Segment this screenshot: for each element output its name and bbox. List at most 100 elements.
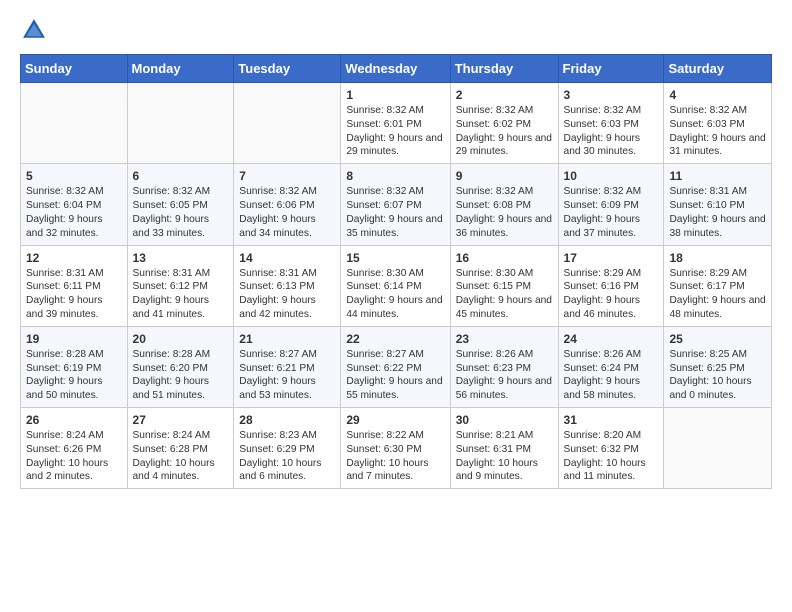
day-number: 10 — [564, 168, 659, 184]
day-info: Sunrise: 8:32 AM Sunset: 6:02 PM Dayligh… — [456, 104, 553, 159]
day-number: 18 — [669, 250, 766, 266]
day-number: 27 — [133, 412, 229, 428]
day-number: 19 — [26, 331, 122, 347]
day-info: Sunrise: 8:32 AM Sunset: 6:01 PM Dayligh… — [346, 104, 444, 159]
calendar-cell: 9Sunrise: 8:32 AM Sunset: 6:08 PM Daylig… — [450, 164, 558, 245]
day-info: Sunrise: 8:23 AM Sunset: 6:29 PM Dayligh… — [239, 429, 335, 484]
day-number: 22 — [346, 331, 444, 347]
day-number: 11 — [669, 168, 766, 184]
day-info: Sunrise: 8:31 AM Sunset: 6:11 PM Dayligh… — [26, 267, 122, 322]
calendar-cell: 26Sunrise: 8:24 AM Sunset: 6:26 PM Dayli… — [21, 408, 128, 489]
calendar-cell: 23Sunrise: 8:26 AM Sunset: 6:23 PM Dayli… — [450, 326, 558, 407]
calendar-cell: 18Sunrise: 8:29 AM Sunset: 6:17 PM Dayli… — [664, 245, 772, 326]
day-number: 4 — [669, 87, 766, 103]
day-number: 31 — [564, 412, 659, 428]
calendar-cell: 4Sunrise: 8:32 AM Sunset: 6:03 PM Daylig… — [664, 83, 772, 164]
page: SundayMondayTuesdayWednesdayThursdayFrid… — [0, 0, 792, 612]
day-number: 14 — [239, 250, 335, 266]
day-info: Sunrise: 8:25 AM Sunset: 6:25 PM Dayligh… — [669, 348, 766, 403]
day-info: Sunrise: 8:29 AM Sunset: 6:17 PM Dayligh… — [669, 267, 766, 322]
day-info: Sunrise: 8:29 AM Sunset: 6:16 PM Dayligh… — [564, 267, 659, 322]
day-info: Sunrise: 8:32 AM Sunset: 6:03 PM Dayligh… — [669, 104, 766, 159]
day-info: Sunrise: 8:32 AM Sunset: 6:04 PM Dayligh… — [26, 185, 122, 240]
week-row-4: 19Sunrise: 8:28 AM Sunset: 6:19 PM Dayli… — [21, 326, 772, 407]
calendar-cell: 28Sunrise: 8:23 AM Sunset: 6:29 PM Dayli… — [234, 408, 341, 489]
col-header-saturday: Saturday — [664, 55, 772, 83]
calendar-cell: 25Sunrise: 8:25 AM Sunset: 6:25 PM Dayli… — [664, 326, 772, 407]
calendar-cell: 19Sunrise: 8:28 AM Sunset: 6:19 PM Dayli… — [21, 326, 128, 407]
day-number: 30 — [456, 412, 553, 428]
day-info: Sunrise: 8:27 AM Sunset: 6:22 PM Dayligh… — [346, 348, 444, 403]
calendar-cell: 10Sunrise: 8:32 AM Sunset: 6:09 PM Dayli… — [558, 164, 664, 245]
calendar-cell: 14Sunrise: 8:31 AM Sunset: 6:13 PM Dayli… — [234, 245, 341, 326]
day-number: 26 — [26, 412, 122, 428]
day-info: Sunrise: 8:32 AM Sunset: 6:07 PM Dayligh… — [346, 185, 444, 240]
day-info: Sunrise: 8:28 AM Sunset: 6:19 PM Dayligh… — [26, 348, 122, 403]
day-number: 7 — [239, 168, 335, 184]
day-number: 24 — [564, 331, 659, 347]
calendar-cell: 2Sunrise: 8:32 AM Sunset: 6:02 PM Daylig… — [450, 83, 558, 164]
day-number: 12 — [26, 250, 122, 266]
calendar-cell — [234, 83, 341, 164]
week-row-2: 5Sunrise: 8:32 AM Sunset: 6:04 PM Daylig… — [21, 164, 772, 245]
day-number: 16 — [456, 250, 553, 266]
day-info: Sunrise: 8:31 AM Sunset: 6:10 PM Dayligh… — [669, 185, 766, 240]
calendar-cell: 22Sunrise: 8:27 AM Sunset: 6:22 PM Dayli… — [341, 326, 450, 407]
calendar-cell: 24Sunrise: 8:26 AM Sunset: 6:24 PM Dayli… — [558, 326, 664, 407]
calendar-cell: 5Sunrise: 8:32 AM Sunset: 6:04 PM Daylig… — [21, 164, 128, 245]
calendar-header-row: SundayMondayTuesdayWednesdayThursdayFrid… — [21, 55, 772, 83]
calendar-cell: 3Sunrise: 8:32 AM Sunset: 6:03 PM Daylig… — [558, 83, 664, 164]
day-info: Sunrise: 8:32 AM Sunset: 6:08 PM Dayligh… — [456, 185, 553, 240]
calendar-cell: 30Sunrise: 8:21 AM Sunset: 6:31 PM Dayli… — [450, 408, 558, 489]
calendar-table: SundayMondayTuesdayWednesdayThursdayFrid… — [20, 54, 772, 489]
day-number: 20 — [133, 331, 229, 347]
day-number: 23 — [456, 331, 553, 347]
calendar-cell: 27Sunrise: 8:24 AM Sunset: 6:28 PM Dayli… — [127, 408, 234, 489]
day-info: Sunrise: 8:31 AM Sunset: 6:13 PM Dayligh… — [239, 267, 335, 322]
day-info: Sunrise: 8:32 AM Sunset: 6:06 PM Dayligh… — [239, 185, 335, 240]
day-info: Sunrise: 8:32 AM Sunset: 6:05 PM Dayligh… — [133, 185, 229, 240]
calendar-cell: 13Sunrise: 8:31 AM Sunset: 6:12 PM Dayli… — [127, 245, 234, 326]
col-header-tuesday: Tuesday — [234, 55, 341, 83]
logo — [20, 16, 52, 44]
calendar-cell — [127, 83, 234, 164]
col-header-friday: Friday — [558, 55, 664, 83]
calendar-cell: 6Sunrise: 8:32 AM Sunset: 6:05 PM Daylig… — [127, 164, 234, 245]
calendar-cell: 11Sunrise: 8:31 AM Sunset: 6:10 PM Dayli… — [664, 164, 772, 245]
day-info: Sunrise: 8:31 AM Sunset: 6:12 PM Dayligh… — [133, 267, 229, 322]
generalblue-logo-icon — [20, 16, 48, 44]
day-number: 8 — [346, 168, 444, 184]
col-header-sunday: Sunday — [21, 55, 128, 83]
day-info: Sunrise: 8:32 AM Sunset: 6:03 PM Dayligh… — [564, 104, 659, 159]
calendar-cell — [664, 408, 772, 489]
day-number: 21 — [239, 331, 335, 347]
day-number: 2 — [456, 87, 553, 103]
day-number: 25 — [669, 331, 766, 347]
calendar-cell: 20Sunrise: 8:28 AM Sunset: 6:20 PM Dayli… — [127, 326, 234, 407]
calendar-cell: 21Sunrise: 8:27 AM Sunset: 6:21 PM Dayli… — [234, 326, 341, 407]
week-row-3: 12Sunrise: 8:31 AM Sunset: 6:11 PM Dayli… — [21, 245, 772, 326]
day-info: Sunrise: 8:22 AM Sunset: 6:30 PM Dayligh… — [346, 429, 444, 484]
day-number: 9 — [456, 168, 553, 184]
day-info: Sunrise: 8:30 AM Sunset: 6:14 PM Dayligh… — [346, 267, 444, 322]
calendar-cell: 29Sunrise: 8:22 AM Sunset: 6:30 PM Dayli… — [341, 408, 450, 489]
day-info: Sunrise: 8:26 AM Sunset: 6:24 PM Dayligh… — [564, 348, 659, 403]
week-row-5: 26Sunrise: 8:24 AM Sunset: 6:26 PM Dayli… — [21, 408, 772, 489]
day-number: 29 — [346, 412, 444, 428]
day-info: Sunrise: 8:26 AM Sunset: 6:23 PM Dayligh… — [456, 348, 553, 403]
day-info: Sunrise: 8:24 AM Sunset: 6:28 PM Dayligh… — [133, 429, 229, 484]
day-info: Sunrise: 8:24 AM Sunset: 6:26 PM Dayligh… — [26, 429, 122, 484]
day-number: 1 — [346, 87, 444, 103]
header — [20, 16, 772, 44]
calendar-cell: 17Sunrise: 8:29 AM Sunset: 6:16 PM Dayli… — [558, 245, 664, 326]
day-info: Sunrise: 8:32 AM Sunset: 6:09 PM Dayligh… — [564, 185, 659, 240]
calendar-cell: 8Sunrise: 8:32 AM Sunset: 6:07 PM Daylig… — [341, 164, 450, 245]
day-number: 17 — [564, 250, 659, 266]
day-number: 28 — [239, 412, 335, 428]
calendar-cell: 15Sunrise: 8:30 AM Sunset: 6:14 PM Dayli… — [341, 245, 450, 326]
day-number: 15 — [346, 250, 444, 266]
day-info: Sunrise: 8:21 AM Sunset: 6:31 PM Dayligh… — [456, 429, 553, 484]
calendar-cell: 1Sunrise: 8:32 AM Sunset: 6:01 PM Daylig… — [341, 83, 450, 164]
day-info: Sunrise: 8:28 AM Sunset: 6:20 PM Dayligh… — [133, 348, 229, 403]
day-number: 3 — [564, 87, 659, 103]
